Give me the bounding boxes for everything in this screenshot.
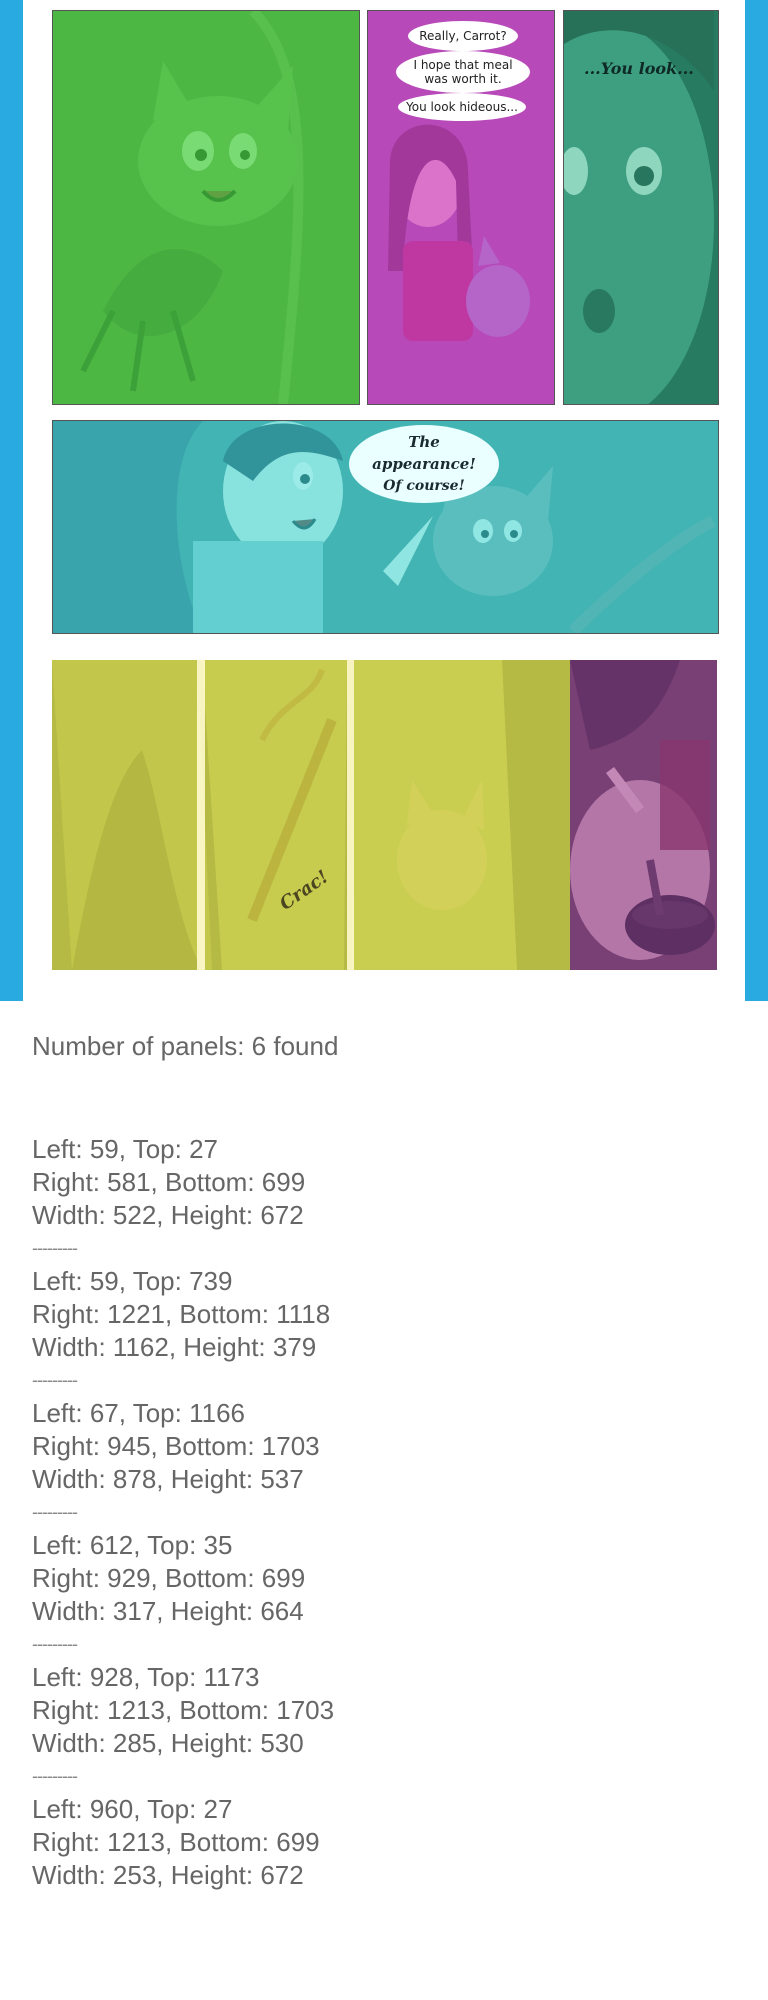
panel-4-wide: The appearance! Of course! bbox=[52, 420, 719, 634]
record-width-height: Width: 285, Height: 530 bbox=[32, 1728, 304, 1758]
panel-record: Left: 59, Top: 739 Right: 1221, Bottom: … bbox=[32, 1265, 732, 1364]
appearance-text: The appearance! bbox=[372, 433, 476, 473]
panel-record: Left: 612, Top: 35 Right: 929, Bottom: 6… bbox=[32, 1529, 732, 1628]
record-right-bottom: Right: 1213, Bottom: 699 bbox=[32, 1827, 320, 1857]
panel-record: Left: 960, Top: 27 Right: 1213, Bottom: … bbox=[32, 1793, 732, 1892]
speech-bubble-3: You look hideous... bbox=[398, 93, 526, 121]
panel-record: Left: 59, Top: 27 Right: 581, Bottom: 69… bbox=[32, 1133, 732, 1232]
bowl-illustration bbox=[570, 660, 717, 970]
record-width-height: Width: 317, Height: 664 bbox=[32, 1596, 304, 1626]
record-left-top: Left: 612, Top: 35 bbox=[32, 1530, 233, 1560]
speech-bubble-1: Really, Carrot? bbox=[408, 21, 518, 51]
record-separator: --------- bbox=[32, 1370, 78, 1390]
record-left-top: Left: 928, Top: 1173 bbox=[32, 1662, 260, 1692]
record-right-bottom: Right: 945, Bottom: 1703 bbox=[32, 1431, 320, 1461]
panel-1-cat bbox=[52, 10, 360, 405]
record-left-top: Left: 67, Top: 1166 bbox=[32, 1398, 245, 1428]
comic-page: Really, Carrot? I hope that meal was wor… bbox=[23, 0, 745, 1001]
record-separator: --------- bbox=[32, 1634, 78, 1654]
record-width-height: Width: 878, Height: 537 bbox=[32, 1464, 304, 1494]
record-width-height: Width: 253, Height: 672 bbox=[32, 1860, 304, 1890]
panel-count-text: Number of panels: 6 found bbox=[32, 1031, 339, 1061]
caption-you-look: ...You look... bbox=[584, 59, 694, 78]
record-separator: --------- bbox=[32, 1502, 78, 1522]
record-width-height: Width: 1162, Height: 379 bbox=[32, 1332, 317, 1362]
panel-2-girl: Really, Carrot? I hope that meal was wor… bbox=[367, 10, 555, 405]
comic-stage: Really, Carrot? I hope that meal was wor… bbox=[0, 0, 768, 1001]
panel-5-sequence: Crac! bbox=[52, 660, 577, 970]
speech-bubble-2: I hope that meal was worth it. bbox=[396, 51, 530, 93]
of-course-text: Of course! bbox=[383, 478, 465, 494]
speech-bubble-appearance: The appearance! Of course! bbox=[349, 425, 499, 503]
record-width-height: Width: 522, Height: 672 bbox=[32, 1200, 304, 1230]
cat-illustration bbox=[53, 11, 359, 404]
record-left-top: Left: 59, Top: 739 bbox=[32, 1266, 233, 1296]
record-separator: --------- bbox=[32, 1766, 78, 1786]
record-right-bottom: Right: 1221, Bottom: 1118 bbox=[32, 1299, 331, 1329]
panel-3-face: ...You look... bbox=[563, 10, 719, 405]
record-right-bottom: Right: 929, Bottom: 699 bbox=[32, 1563, 306, 1593]
record-left-top: Left: 960, Top: 27 bbox=[32, 1794, 233, 1824]
record-separator: --------- bbox=[32, 1238, 78, 1258]
panel-record: Left: 67, Top: 1166 Right: 945, Bottom: … bbox=[32, 1397, 732, 1496]
panel-6-bowl bbox=[570, 660, 717, 970]
sequence-illustration bbox=[52, 660, 577, 970]
record-left-top: Left: 59, Top: 27 bbox=[32, 1134, 218, 1164]
record-right-bottom: Right: 1213, Bottom: 1703 bbox=[32, 1695, 335, 1725]
panel-record: Left: 928, Top: 1173 Right: 1213, Bottom… bbox=[32, 1661, 732, 1760]
record-right-bottom: Right: 581, Bottom: 699 bbox=[32, 1167, 306, 1197]
panel-detection-results: Number of panels: 6 found Left: 59, Top:… bbox=[32, 1030, 732, 1892]
